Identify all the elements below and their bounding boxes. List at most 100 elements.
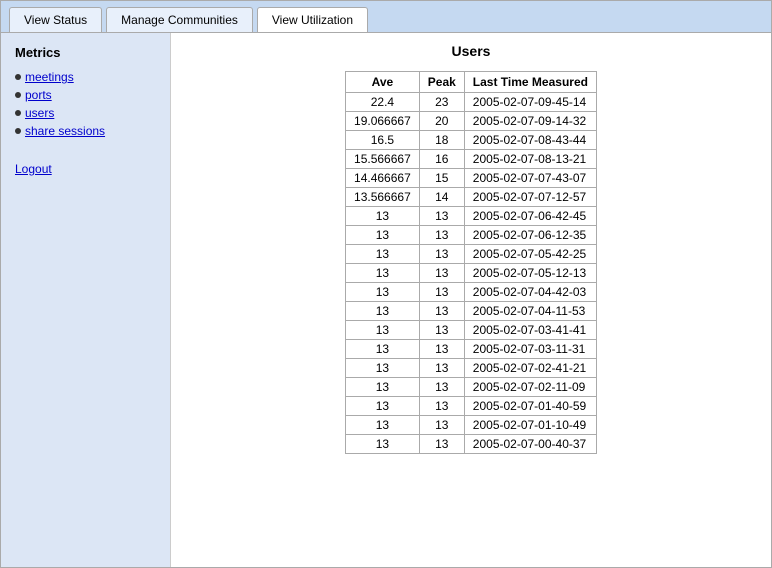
cell-ave: 13 bbox=[346, 321, 420, 340]
table-row: 13132005-02-07-00-40-37 bbox=[346, 435, 597, 454]
cell-ave: 13 bbox=[346, 226, 420, 245]
cell-last-time: 2005-02-07-06-12-35 bbox=[464, 226, 596, 245]
cell-ave: 13 bbox=[346, 264, 420, 283]
nav-item-meetings: meetings bbox=[15, 70, 156, 84]
nav-link-users[interactable]: users bbox=[25, 106, 54, 120]
cell-last-time: 2005-02-07-08-13-21 bbox=[464, 150, 596, 169]
table-row: 13132005-02-07-05-12-13 bbox=[346, 264, 597, 283]
tab-view-utilization[interactable]: View Utilization bbox=[257, 7, 368, 32]
col-header-last-time: Last Time Measured bbox=[464, 72, 596, 93]
logout-link[interactable]: Logout bbox=[15, 162, 156, 176]
nav-item-ports: ports bbox=[15, 88, 156, 102]
cell-last-time: 2005-02-07-07-12-57 bbox=[464, 188, 596, 207]
cell-peak: 13 bbox=[419, 283, 464, 302]
cell-peak: 13 bbox=[419, 207, 464, 226]
cell-peak: 23 bbox=[419, 93, 464, 112]
bullet-icon bbox=[15, 74, 21, 80]
cell-peak: 16 bbox=[419, 150, 464, 169]
table-row: 13132005-02-07-03-41-41 bbox=[346, 321, 597, 340]
cell-last-time: 2005-02-07-04-11-53 bbox=[464, 302, 596, 321]
cell-last-time: 2005-02-07-07-43-07 bbox=[464, 169, 596, 188]
cell-last-time: 2005-02-07-05-42-25 bbox=[464, 245, 596, 264]
page-title: Users bbox=[187, 43, 755, 59]
bullet-icon bbox=[15, 128, 21, 134]
cell-ave: 13 bbox=[346, 340, 420, 359]
table-row: 22.4232005-02-07-09-45-14 bbox=[346, 93, 597, 112]
cell-peak: 13 bbox=[419, 378, 464, 397]
table-row: 13132005-02-07-04-42-03 bbox=[346, 283, 597, 302]
cell-ave: 14.466667 bbox=[346, 169, 420, 188]
tab-view-status[interactable]: View Status bbox=[9, 7, 102, 32]
cell-ave: 15.566667 bbox=[346, 150, 420, 169]
cell-ave: 13 bbox=[346, 245, 420, 264]
table-row: 13132005-02-07-01-10-49 bbox=[346, 416, 597, 435]
sidebar-title: Metrics bbox=[15, 45, 156, 60]
cell-peak: 14 bbox=[419, 188, 464, 207]
col-header-ave: Ave bbox=[346, 72, 420, 93]
cell-peak: 13 bbox=[419, 359, 464, 378]
table-row: 13.566667142005-02-07-07-12-57 bbox=[346, 188, 597, 207]
table-row: 13132005-02-07-02-41-21 bbox=[346, 359, 597, 378]
cell-ave: 22.4 bbox=[346, 93, 420, 112]
cell-ave: 13 bbox=[346, 397, 420, 416]
cell-ave: 13 bbox=[346, 378, 420, 397]
cell-last-time: 2005-02-07-03-41-41 bbox=[464, 321, 596, 340]
table-row: 13132005-02-07-06-12-35 bbox=[346, 226, 597, 245]
cell-ave: 19.066667 bbox=[346, 112, 420, 131]
cell-ave: 13 bbox=[346, 283, 420, 302]
cell-peak: 13 bbox=[419, 264, 464, 283]
nav-item-share-sessions: share sessions bbox=[15, 124, 156, 138]
table-row: 13132005-02-07-06-42-45 bbox=[346, 207, 597, 226]
table-row: 13132005-02-07-03-11-31 bbox=[346, 340, 597, 359]
cell-ave: 16.5 bbox=[346, 131, 420, 150]
tab-bar: View Status Manage Communities View Util… bbox=[1, 1, 771, 33]
table-row: 15.566667162005-02-07-08-13-21 bbox=[346, 150, 597, 169]
cell-last-time: 2005-02-07-08-43-44 bbox=[464, 131, 596, 150]
cell-ave: 13 bbox=[346, 435, 420, 454]
main-content: Metrics meetings ports users share sessi… bbox=[1, 33, 771, 567]
table-row: 13132005-02-07-04-11-53 bbox=[346, 302, 597, 321]
bullet-icon bbox=[15, 110, 21, 116]
app-container: View Status Manage Communities View Util… bbox=[0, 0, 772, 568]
cell-peak: 13 bbox=[419, 226, 464, 245]
cell-ave: 13 bbox=[346, 302, 420, 321]
cell-peak: 13 bbox=[419, 416, 464, 435]
table-row: 14.466667152005-02-07-07-43-07 bbox=[346, 169, 597, 188]
cell-ave: 13 bbox=[346, 359, 420, 378]
data-table: Ave Peak Last Time Measured 22.4232005-0… bbox=[345, 71, 597, 454]
cell-peak: 13 bbox=[419, 321, 464, 340]
nav-link-share-sessions[interactable]: share sessions bbox=[25, 124, 105, 138]
cell-last-time: 2005-02-07-09-14-32 bbox=[464, 112, 596, 131]
cell-peak: 18 bbox=[419, 131, 464, 150]
nav-link-meetings[interactable]: meetings bbox=[25, 70, 74, 84]
nav-link-ports[interactable]: ports bbox=[25, 88, 52, 102]
cell-last-time: 2005-02-07-01-40-59 bbox=[464, 397, 596, 416]
cell-last-time: 2005-02-07-04-42-03 bbox=[464, 283, 596, 302]
cell-peak: 13 bbox=[419, 340, 464, 359]
cell-last-time: 2005-02-07-01-10-49 bbox=[464, 416, 596, 435]
cell-peak: 13 bbox=[419, 245, 464, 264]
cell-last-time: 2005-02-07-05-12-13 bbox=[464, 264, 596, 283]
cell-ave: 13 bbox=[346, 416, 420, 435]
cell-peak: 20 bbox=[419, 112, 464, 131]
table-row: 13132005-02-07-01-40-59 bbox=[346, 397, 597, 416]
sidebar-nav: meetings ports users share sessions bbox=[15, 70, 156, 142]
cell-last-time: 2005-02-07-00-40-37 bbox=[464, 435, 596, 454]
cell-ave: 13.566667 bbox=[346, 188, 420, 207]
table-row: 19.066667202005-02-07-09-14-32 bbox=[346, 112, 597, 131]
table-row: 13132005-02-07-02-11-09 bbox=[346, 378, 597, 397]
cell-peak: 13 bbox=[419, 302, 464, 321]
cell-peak: 15 bbox=[419, 169, 464, 188]
cell-last-time: 2005-02-07-06-42-45 bbox=[464, 207, 596, 226]
col-header-peak: Peak bbox=[419, 72, 464, 93]
cell-peak: 13 bbox=[419, 397, 464, 416]
tab-manage-communities[interactable]: Manage Communities bbox=[106, 7, 253, 32]
cell-last-time: 2005-02-07-09-45-14 bbox=[464, 93, 596, 112]
cell-peak: 13 bbox=[419, 435, 464, 454]
content-panel: Users Ave Peak Last Time Measured 22.423… bbox=[171, 33, 771, 567]
bullet-icon bbox=[15, 92, 21, 98]
cell-last-time: 2005-02-07-03-11-31 bbox=[464, 340, 596, 359]
sidebar: Metrics meetings ports users share sessi… bbox=[1, 33, 171, 567]
cell-last-time: 2005-02-07-02-41-21 bbox=[464, 359, 596, 378]
table-row: 16.5182005-02-07-08-43-44 bbox=[346, 131, 597, 150]
